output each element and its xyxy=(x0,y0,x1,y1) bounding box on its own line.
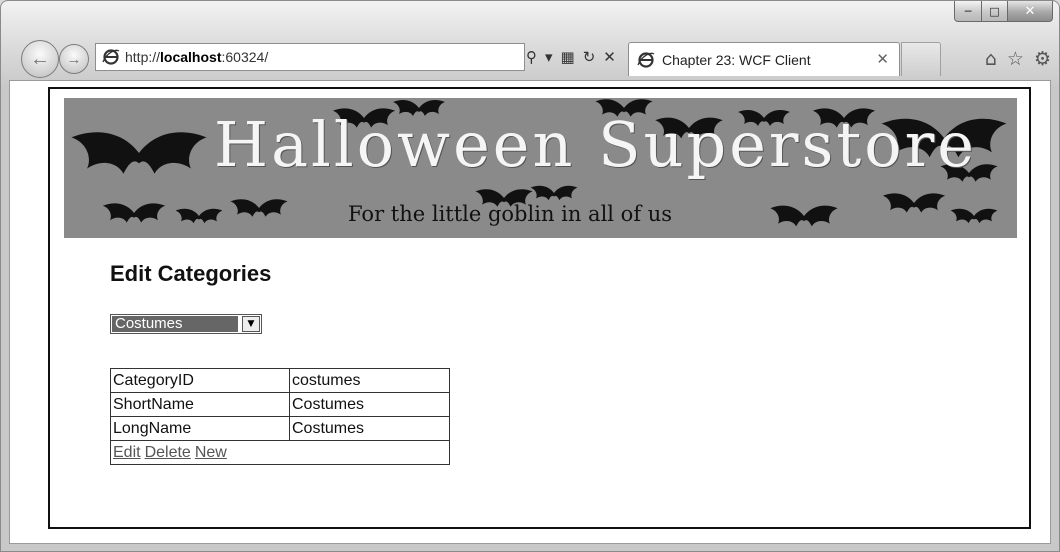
dropdown-arrow-icon[interactable]: ▼ xyxy=(242,316,260,332)
page-viewport: Halloween Superstore For the little gobl… xyxy=(9,80,1051,544)
home-icon[interactable]: ⌂ xyxy=(985,48,997,70)
page-container: Halloween Superstore For the little gobl… xyxy=(48,87,1031,529)
new-link[interactable]: New xyxy=(195,444,227,461)
stop-icon[interactable]: ✕ xyxy=(603,48,616,66)
new-tab-button[interactable] xyxy=(901,42,941,76)
back-button[interactable]: ← xyxy=(21,40,59,78)
minimize-button[interactable]: ─ xyxy=(954,1,982,22)
window-caption-buttons: ─ □ ✕ xyxy=(954,1,1053,22)
command-cell: Edit Delete New xyxy=(110,440,450,465)
tab-active[interactable]: Chapter 23: WCF Client ✕ xyxy=(628,42,900,76)
browser-toolbar-icons: ⌂ ☆ ⚙ xyxy=(985,48,1051,70)
command-row: Edit Delete New xyxy=(110,440,450,465)
address-tools: ⚲ ▾ ▦ ↻ ✕ xyxy=(526,48,616,66)
close-window-button[interactable]: ✕ xyxy=(1008,1,1053,22)
favorites-star-icon[interactable]: ☆ xyxy=(1007,48,1024,70)
settings-gear-icon[interactable]: ⚙ xyxy=(1034,48,1051,70)
field-value: costumes xyxy=(289,368,450,393)
back-arrow-icon: ← xyxy=(30,47,50,70)
forward-button[interactable]: → xyxy=(59,44,89,74)
category-dropdown[interactable]: Costumes ▼ xyxy=(110,314,262,334)
address-url: http://localhost:60324/ xyxy=(125,49,268,65)
dropdown-icon[interactable]: ▾ xyxy=(545,48,553,66)
banner-subtitle: For the little goblin in all of us xyxy=(348,202,673,226)
url-port-path: :60324/ xyxy=(221,49,269,65)
navigation-bar: ← → http://localhost:60324/ ⚲ ▾ ▦ ↻ ✕ Ch… xyxy=(21,38,1051,78)
tab-title: Chapter 23: WCF Client xyxy=(662,52,811,68)
refresh-icon[interactable]: ↻ xyxy=(583,48,596,66)
address-bar[interactable]: http://localhost:60324/ xyxy=(95,43,525,71)
header-banner: Halloween Superstore For the little gobl… xyxy=(64,98,1017,238)
table-row: LongName Costumes xyxy=(110,416,450,441)
table-row: ShortName Costumes xyxy=(110,392,450,417)
field-value: Costumes xyxy=(289,416,450,441)
banner-title: Halloween Superstore xyxy=(214,108,977,181)
page-title: Edit Categories xyxy=(110,261,272,286)
field-value: Costumes xyxy=(289,392,450,417)
field-label: CategoryID xyxy=(110,368,290,393)
maximize-button[interactable]: □ xyxy=(982,1,1008,22)
category-details-view: CategoryID costumes ShortName Costumes L… xyxy=(110,368,450,465)
ie-logo-icon xyxy=(637,51,655,74)
forward-arrow-icon: → xyxy=(66,50,82,68)
compatibility-icon[interactable]: ▦ xyxy=(561,48,575,66)
close-tab-icon[interactable]: ✕ xyxy=(876,50,889,68)
ie-logo-icon xyxy=(102,48,120,71)
edit-link[interactable]: Edit xyxy=(113,444,141,461)
table-row: CategoryID costumes xyxy=(110,368,450,393)
delete-link[interactable]: Delete xyxy=(145,444,191,461)
url-scheme: http:// xyxy=(125,49,161,65)
field-label: ShortName xyxy=(110,392,290,417)
category-dropdown-value: Costumes xyxy=(112,316,238,332)
url-host: localhost xyxy=(160,49,222,65)
field-label: LongName xyxy=(110,416,290,441)
search-icon[interactable]: ⚲ xyxy=(526,48,537,66)
browser-window: ─ □ ✕ ← → http://localhost:60324/ ⚲ ▾ ▦ … xyxy=(0,0,1060,552)
